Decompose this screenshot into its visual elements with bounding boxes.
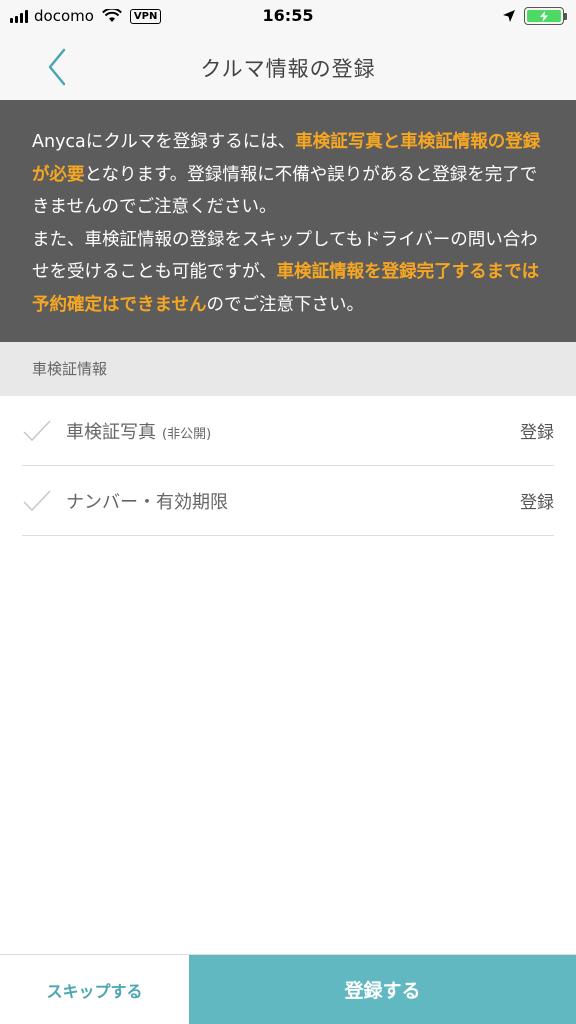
list-item-inspection-photo[interactable]: 車検証写真 (非公開) 登録 xyxy=(22,396,554,466)
skip-button[interactable]: スキップする xyxy=(0,955,189,1024)
check-icon xyxy=(23,419,51,441)
register-link[interactable]: 登録 xyxy=(520,418,554,443)
notice-text: となります。登録情報に不備や誤りがあると登録を完了できませんのでご注意ください。 xyxy=(32,164,538,218)
page-title: クルマ情報の登録 xyxy=(200,57,376,81)
register-link[interactable]: 登録 xyxy=(520,488,554,513)
notice-text: のでご注意下さい。 xyxy=(206,294,364,315)
battery-icon xyxy=(524,7,567,25)
list-item-number-expiry[interactable]: ナンバー・有効期限 登録 xyxy=(22,466,554,536)
private-note: (非公開) xyxy=(162,426,212,442)
notice-text: Anycaにクルマを登録するには、 xyxy=(32,132,296,152)
register-button[interactable]: 登録する xyxy=(189,955,576,1024)
status-bar: docomo VPN 16:55 xyxy=(0,0,576,34)
registration-notice: Anycaにクルマを登録するには、車検証写真と車検証情報の登録が必要となります。… xyxy=(0,100,576,342)
bottom-action-bar: スキップする 登録する xyxy=(0,954,576,1024)
location-arrow-icon xyxy=(503,10,515,22)
list-item-label: 車検証写真 (非公開) xyxy=(66,421,212,443)
nav-bar: クルマ情報の登録 xyxy=(0,34,576,100)
status-time: 16:55 xyxy=(262,6,314,25)
section-header: 車検証情報 xyxy=(0,342,576,396)
list-item-label: ナンバー・有効期限 xyxy=(66,491,228,513)
check-icon xyxy=(23,489,51,511)
